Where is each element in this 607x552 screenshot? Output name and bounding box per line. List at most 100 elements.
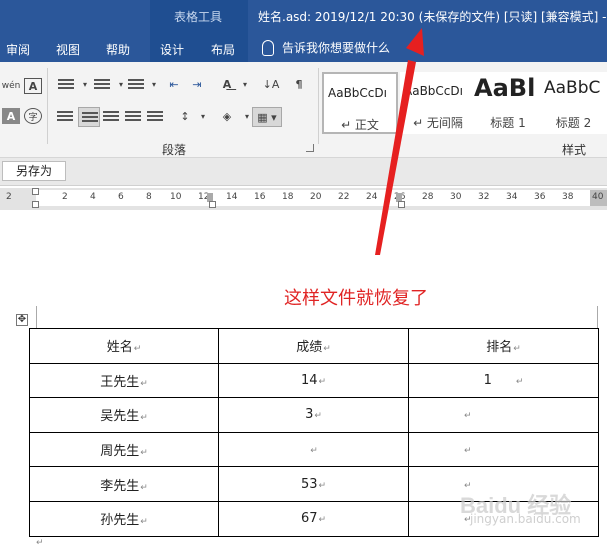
cell-indent-marker[interactable] <box>398 201 405 208</box>
table-cell[interactable]: 14↵ <box>218 362 409 399</box>
chinese-layout-dropdown-icon[interactable]: ▾ <box>236 76 254 92</box>
ruler-tick: 40 <box>592 192 604 202</box>
paragraph-mark: ↵ <box>318 515 327 526</box>
enclose-characters-icon[interactable]: 字 <box>24 108 42 124</box>
header-text: 排名 <box>486 340 513 356</box>
align-center-icon[interactable] <box>78 107 100 127</box>
group-separator <box>47 68 48 144</box>
cell-text: 3 <box>305 407 314 423</box>
baidu-watermark-url: jingyan.baidu.com <box>470 512 581 526</box>
table-cell[interactable]: ↵ <box>408 431 599 468</box>
table-cell[interactable]: 孙先生↵ <box>29 500 219 537</box>
chinese-layout-icon[interactable]: A͟ <box>218 76 236 92</box>
cell-text: 14 <box>300 372 318 388</box>
justify-icon[interactable] <box>124 108 142 124</box>
numbering-icon[interactable] <box>92 76 110 92</box>
cell-text: 李先生 <box>100 478 140 494</box>
ruler-tick: 2 <box>62 192 68 202</box>
style-preview: AaBbCcDı <box>404 84 463 98</box>
phonetic-guide-icon[interactable]: wén <box>2 78 21 94</box>
table-cell[interactable]: 67↵ <box>218 500 409 537</box>
shading-icon[interactable]: ◈ <box>218 108 236 124</box>
ruler-tick: 8 <box>146 192 152 202</box>
table-header-row: 姓名↵ 成绩↵ 排名↵ <box>29 328 599 364</box>
cell-indent-marker[interactable] <box>209 201 216 208</box>
table-row: 周先生↵ ↵ ↵ <box>29 431 599 468</box>
header-cell-name[interactable]: 姓名↵ <box>29 328 219 364</box>
ruler-tick: 36 <box>534 192 546 202</box>
ruler-tick: 28 <box>422 192 434 202</box>
paragraph-mark: ↵ <box>133 344 142 355</box>
align-left-icon[interactable] <box>56 108 74 124</box>
show-marks-icon[interactable]: ¶ <box>290 76 308 92</box>
ruler-tick: 34 <box>506 192 518 202</box>
left-indent-marker[interactable] <box>32 201 39 208</box>
header-cell-score[interactable]: 成绩↵ <box>218 328 409 364</box>
paragraph-mark: ↵ <box>314 411 322 422</box>
style-heading-2[interactable]: AaBbC 标题 2 <box>540 72 607 134</box>
borders-icon[interactable]: ▦ ▾ <box>252 107 282 127</box>
decrease-indent-icon[interactable]: ⇤ <box>165 76 183 92</box>
style-name: 标题 1 <box>490 116 526 130</box>
save-as-button[interactable]: 另存为 <box>2 161 66 181</box>
tab-layout[interactable]: 布局 <box>211 41 235 58</box>
tell-me-text: 告诉我你想要做什么 <box>282 41 391 55</box>
table-row: 吴先生↵ 3↵ ↵ <box>29 397 599 433</box>
header-cell-rank[interactable]: 排名↵ <box>408 328 599 364</box>
title-bar: 表格工具 姓名.asd: 2019/12/1 20:30 (未保存的文件) [只… <box>0 0 607 34</box>
table-cell[interactable]: 1 ↵ <box>408 362 599 399</box>
paragraph-mark: ↵ <box>318 480 327 491</box>
style-heading-1[interactable]: AaBl 标题 1 <box>470 72 546 134</box>
table-cell[interactable]: 3↵ <box>218 397 409 433</box>
page-corner-mark <box>36 306 37 328</box>
table-cell[interactable]: ↵ <box>218 431 409 468</box>
table-cell[interactable]: 李先生↵ <box>29 466 219 502</box>
first-line-indent-marker[interactable] <box>32 188 39 195</box>
cell-text: 53 <box>300 476 318 492</box>
paragraph-dialog-launcher-icon[interactable] <box>306 144 314 152</box>
style-no-spacing[interactable]: AaBbCcDı ↵ 无间隔 <box>400 72 476 134</box>
tab-review[interactable]: 审阅 <box>6 41 30 58</box>
horizontal-ruler[interactable]: 2 2 4 6 8 10 12 14 16 18 20 22 24 26 28 … <box>0 188 607 210</box>
style-normal[interactable]: AaBbCcDı ↵ 正文 <box>322 72 398 134</box>
paragraph-mark: ↵ <box>513 344 521 355</box>
distributed-icon[interactable] <box>146 108 164 124</box>
table-cell[interactable]: 周先生↵ <box>29 431 219 468</box>
table-cell[interactable]: 王先生↵ <box>29 362 219 399</box>
increase-indent-icon[interactable]: ⇥ <box>188 76 206 92</box>
style-name: ↵ 无间隔 <box>413 116 463 130</box>
ruler-tick: 16 <box>254 192 266 202</box>
paragraph-mark: ↵ <box>140 482 148 493</box>
table-cell[interactable]: 53↵ <box>218 466 409 502</box>
character-border-icon[interactable]: A <box>24 78 42 94</box>
table-row: 王先生↵ 14↵ 1 ↵ <box>29 362 599 399</box>
style-preview: AaBl <box>474 74 536 102</box>
paragraph-mark: ↵ <box>318 376 327 387</box>
align-right-icon[interactable] <box>102 108 120 124</box>
paragraph-mark: ↵ <box>515 376 524 387</box>
tab-design[interactable]: 设计 <box>160 41 184 58</box>
ruler-tick: 38 <box>562 192 574 202</box>
style-preview: AaBbCcDı <box>328 86 387 100</box>
line-spacing-dropdown-icon[interactable]: ▾ <box>194 108 212 124</box>
sort-icon[interactable]: ↓A <box>262 76 280 92</box>
table-cell[interactable]: 吴先生↵ <box>29 397 219 433</box>
tab-view[interactable]: 视图 <box>56 41 80 58</box>
line-spacing-icon[interactable]: ↕ <box>176 108 194 124</box>
character-shading-icon[interactable]: A <box>2 108 20 124</box>
bullets-icon[interactable] <box>56 76 74 92</box>
style-preview: AaBbC <box>544 78 601 98</box>
style-name: 标题 2 <box>555 116 592 130</box>
style-name: ↵ 正文 <box>341 118 379 132</box>
multilevel-list-icon[interactable] <box>126 76 144 92</box>
tell-me-box[interactable]: 告诉我你想要做什么 <box>262 39 390 56</box>
ruler-tick: 14 <box>226 192 238 202</box>
cell-text: 王先生 <box>100 374 140 390</box>
tab-help[interactable]: 帮助 <box>106 41 130 58</box>
table-move-handle-icon[interactable]: ✥ <box>16 314 28 326</box>
paragraph-group-label: 段落 <box>162 143 187 157</box>
ruler-tick: 32 <box>478 192 490 202</box>
page-corner-mark <box>597 306 598 328</box>
table-cell[interactable]: ↵ <box>408 397 599 433</box>
multilevel-dropdown-icon[interactable]: ▾ <box>145 76 163 92</box>
